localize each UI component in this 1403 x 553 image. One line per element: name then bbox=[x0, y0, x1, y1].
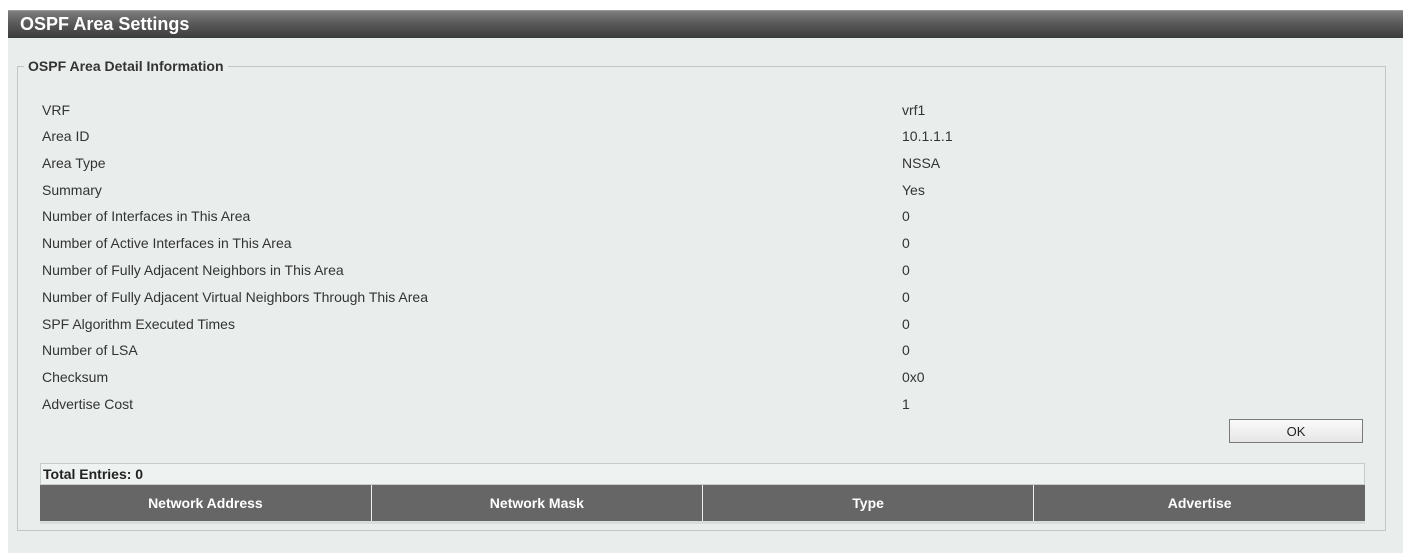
detail-label: Number of Active Interfaces in This Area bbox=[42, 235, 292, 251]
detail-label: SPF Algorithm Executed Times bbox=[42, 316, 235, 332]
detail-value: 0 bbox=[902, 342, 910, 358]
detail-group-legend: OSPF Area Detail Information bbox=[28, 58, 224, 74]
detail-row-interfaces: Number of Interfaces in This Area 0 bbox=[42, 206, 910, 226]
detail-value: 0 bbox=[902, 289, 910, 305]
detail-row-summary: Summary Yes bbox=[42, 180, 925, 200]
detail-row-advertise-cost: Advertise Cost 1 bbox=[42, 394, 910, 414]
detail-row-vrf: VRF vrf1 bbox=[42, 100, 925, 120]
table-header-row: Network Address Network Mask Type Advert… bbox=[40, 485, 1365, 521]
column-header-type: Type bbox=[701, 485, 1034, 521]
detail-row-area-id: Area ID 10.1.1.1 bbox=[42, 126, 953, 146]
table-footer-divider bbox=[40, 521, 1365, 524]
detail-row-area-type: Area Type NSSA bbox=[42, 153, 940, 173]
detail-value: 0 bbox=[902, 316, 910, 332]
detail-value: 0 bbox=[902, 208, 910, 224]
column-header-advertise: Advertise bbox=[1033, 485, 1365, 521]
page-title: OSPF Area Settings bbox=[20, 14, 190, 34]
detail-label: Area ID bbox=[42, 128, 90, 144]
detail-row-lsa-count: Number of LSA 0 bbox=[42, 340, 910, 360]
detail-value: 1 bbox=[902, 396, 910, 412]
detail-value: 0x0 bbox=[902, 369, 925, 385]
column-header-network-address: Network Address bbox=[40, 485, 372, 521]
network-entries-table: Network Address Network Mask Type Advert… bbox=[40, 485, 1365, 521]
detail-value: NSSA bbox=[902, 155, 941, 171]
column-header-network-mask: Network Mask bbox=[370, 485, 703, 521]
detail-row-adjacent-neighbors: Number of Fully Adjacent Neighbors in Th… bbox=[42, 260, 910, 280]
detail-row-spf-times: SPF Algorithm Executed Times 0 bbox=[42, 314, 910, 334]
detail-label: Number of Fully Adjacent Neighbors in Th… bbox=[42, 262, 344, 278]
detail-value: 0 bbox=[902, 235, 910, 251]
detail-row-checksum: Checksum 0x0 bbox=[42, 367, 925, 387]
panel-title-bar: OSPF Area Settings bbox=[8, 10, 1403, 38]
detail-row-active-interfaces: Number of Active Interfaces in This Area… bbox=[42, 233, 910, 253]
detail-label: Number of LSA bbox=[42, 342, 138, 358]
total-entries-label: Total Entries: 0 bbox=[40, 463, 1365, 485]
detail-label: Number of Fully Adjacent Virtual Neighbo… bbox=[42, 289, 428, 305]
detail-value: vrf1 bbox=[902, 102, 926, 118]
detail-label: Checksum bbox=[42, 369, 109, 385]
detail-label: Summary bbox=[42, 182, 102, 198]
detail-value: Yes bbox=[902, 182, 925, 198]
detail-label: Area Type bbox=[42, 155, 106, 171]
detail-label: VRF bbox=[42, 102, 70, 118]
detail-label: Advertise Cost bbox=[42, 396, 134, 412]
detail-label: Number of Interfaces in This Area bbox=[42, 208, 251, 224]
detail-value: 10.1.1.1 bbox=[902, 128, 953, 144]
detail-row-virtual-neighbors: Number of Fully Adjacent Virtual Neighbo… bbox=[42, 287, 910, 307]
detail-value: 0 bbox=[902, 262, 910, 278]
ok-button[interactable]: OK bbox=[1229, 419, 1363, 443]
